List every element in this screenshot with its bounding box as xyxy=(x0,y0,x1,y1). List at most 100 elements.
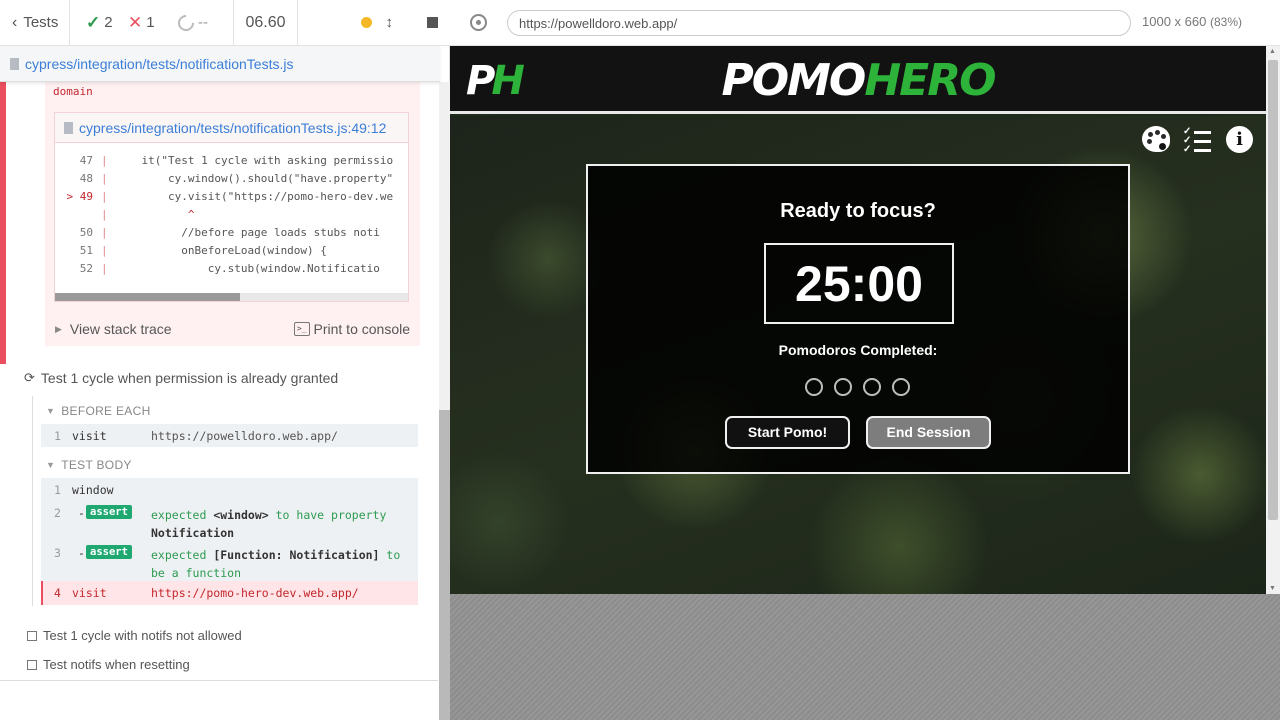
back-to-tests-button[interactable]: ‹ Tests xyxy=(0,0,70,46)
command-row[interactable]: 1 visit https://powelldoro.web.app/ xyxy=(41,424,418,447)
reporter-scrollbar-thumb[interactable] xyxy=(439,410,450,720)
code-frame-file[interactable]: cypress/integration/tests/notificationTe… xyxy=(55,113,408,143)
command-row-failed[interactable]: 4 visit https://pomo-hero-dev.web.app/ xyxy=(41,581,418,605)
print-to-console-label: Print to console xyxy=(313,321,411,337)
scroll-up-icon[interactable]: ▲ xyxy=(1269,48,1276,55)
command-row[interactable]: 3 - assert expected [Function: Notificat… xyxy=(41,540,418,581)
pending-test-icon xyxy=(27,630,37,641)
error-caret: ^ xyxy=(115,208,195,221)
file-icon xyxy=(10,57,19,70)
info-icon[interactable]: i xyxy=(1226,126,1253,153)
reporter-footer xyxy=(0,680,438,720)
command-number: 2 xyxy=(54,506,61,520)
msg-subject: [Function: Notification] xyxy=(213,548,380,562)
code-line: 51 | onBeforeLoad(window) { xyxy=(55,244,408,262)
failed-value: 1 xyxy=(146,14,155,31)
palette-dot xyxy=(1148,132,1153,137)
assert-badge: assert xyxy=(86,505,132,519)
failed-test-stripe xyxy=(0,82,6,364)
hook-label: TEST BODY xyxy=(61,458,132,472)
spec-path-link[interactable]: cypress/integration/tests/notificationTe… xyxy=(25,56,293,72)
viewport-size: 1000 x 660 xyxy=(1142,14,1207,29)
palette-dot xyxy=(1147,139,1152,144)
line-number: 47 xyxy=(79,154,93,167)
test-title[interactable]: ⟳ Test 1 cycle when permission is alread… xyxy=(24,370,338,386)
command-name: visit xyxy=(72,429,107,443)
scroll-down-icon[interactable]: ▼ xyxy=(1269,585,1276,592)
code-line: 52 | cy.stub(window.Notificatio xyxy=(55,262,408,280)
code-frame-path[interactable]: cypress/integration/tests/notificationTe… xyxy=(79,120,386,136)
code-text: cy.visit("https://pomo-hero-dev.we xyxy=(115,190,394,203)
pomodoros-completed-label: Pomodoros Completed: xyxy=(778,342,938,358)
brand-hero: HERO xyxy=(864,55,996,106)
spec-path: cypress/integration/tests/notificationTe… xyxy=(0,46,440,82)
print-to-console-button[interactable]: >_ Print to console xyxy=(293,321,411,337)
stop-icon[interactable] xyxy=(427,17,438,28)
pending-test[interactable]: Test 1 cycle with notifs not allowed xyxy=(27,628,242,643)
palette-dot xyxy=(1155,130,1160,135)
app-scrollbar-thumb[interactable] xyxy=(1268,60,1278,520)
command-row[interactable]: 1 window xyxy=(41,478,418,500)
back-label: Tests xyxy=(23,14,59,31)
command-number: 4 xyxy=(54,586,61,600)
command-message: expected <window> to have property Notif… xyxy=(151,506,401,542)
code-text: //before page loads stubs noti xyxy=(115,226,380,239)
auto-scroll-icon[interactable]: ↕ xyxy=(386,14,394,31)
timer-display: 25:00 xyxy=(764,243,954,324)
view-stack-trace-button[interactable]: ▶ View stack trace xyxy=(55,321,172,337)
checklist-line xyxy=(1194,131,1211,134)
reporter-panel: ‹ Tests ✓ 2 ✕ 1 -- 06.60 ↕ cypress/integ… xyxy=(0,0,450,720)
msg-value: Notification xyxy=(151,526,235,540)
command-name: - xyxy=(78,506,85,520)
pending-value: -- xyxy=(198,14,208,31)
line-number: 48 xyxy=(79,172,93,185)
url-bar[interactable]: https://powelldoro.web.app/ xyxy=(507,10,1131,36)
line-number: > 49 xyxy=(66,190,94,203)
spinner-icon xyxy=(174,11,198,34)
line-number: 50 xyxy=(79,226,93,239)
status-dot-icon xyxy=(360,17,372,28)
failed-count: ✕ 1 xyxy=(118,0,168,46)
pomodoro-progress xyxy=(805,378,910,396)
palette-icon[interactable] xyxy=(1142,126,1170,154)
gutter-bar: | xyxy=(101,208,108,221)
checklist-icon[interactable]: ✓ ✓ ✓ xyxy=(1183,126,1211,155)
hook-before-each[interactable]: ▼ BEFORE EACH xyxy=(46,404,151,418)
gutter-bar: | xyxy=(101,244,108,257)
error-message-tail: domain xyxy=(53,85,93,98)
chevron-left-icon: ‹ xyxy=(12,13,18,31)
x-icon: ✕ xyxy=(128,12,143,32)
command-message: https://powelldoro.web.app/ xyxy=(151,429,338,443)
command-number: 1 xyxy=(54,429,61,443)
msg-part: expected xyxy=(151,508,214,522)
command-number: 1 xyxy=(54,483,61,497)
test-tree-line xyxy=(32,396,33,606)
brand-pomo: POMO xyxy=(721,55,866,106)
hook-test-body[interactable]: ▼ TEST BODY xyxy=(46,458,132,472)
command-row[interactable]: 2 - assert expected <window> to have pro… xyxy=(41,500,418,540)
stats-bar: ‹ Tests ✓ 2 ✕ 1 -- 06.60 ↕ xyxy=(0,0,450,46)
msg-part: expected xyxy=(151,548,214,562)
check-icon: ✓ xyxy=(1183,144,1192,155)
command-name: visit xyxy=(72,586,107,600)
running-spinner-icon: ⟳ xyxy=(24,370,35,385)
check-icon: ✓ xyxy=(86,12,101,32)
test-title-label: Test 1 cycle when permission is already … xyxy=(40,370,339,386)
pending-count: -- xyxy=(168,0,234,46)
caret-down-icon: ▼ xyxy=(46,406,56,416)
target-icon[interactable] xyxy=(470,14,487,31)
pomodoro-dot xyxy=(863,378,881,396)
code-scrollbar-thumb[interactable] xyxy=(55,293,240,301)
viewport-info[interactable]: 1000 x 660 (83%) xyxy=(1142,14,1242,29)
gutter-bar: | xyxy=(101,172,108,185)
start-pomo-button[interactable]: Start Pomo! xyxy=(725,416,850,449)
error-actions: ▶ View stack trace >_ Print to console xyxy=(45,314,420,344)
line-number: 52 xyxy=(79,262,93,275)
brand-title: POMOHERO xyxy=(450,55,1266,106)
end-session-button[interactable]: End Session xyxy=(866,416,991,449)
run-controls: ↕ xyxy=(298,14,450,31)
checklist-row: ✓ xyxy=(1183,144,1211,155)
gutter-bar: | xyxy=(101,154,108,167)
pending-test[interactable]: Test notifs when resetting xyxy=(27,657,190,672)
command-message: https://pomo-hero-dev.web.app/ xyxy=(151,586,359,600)
